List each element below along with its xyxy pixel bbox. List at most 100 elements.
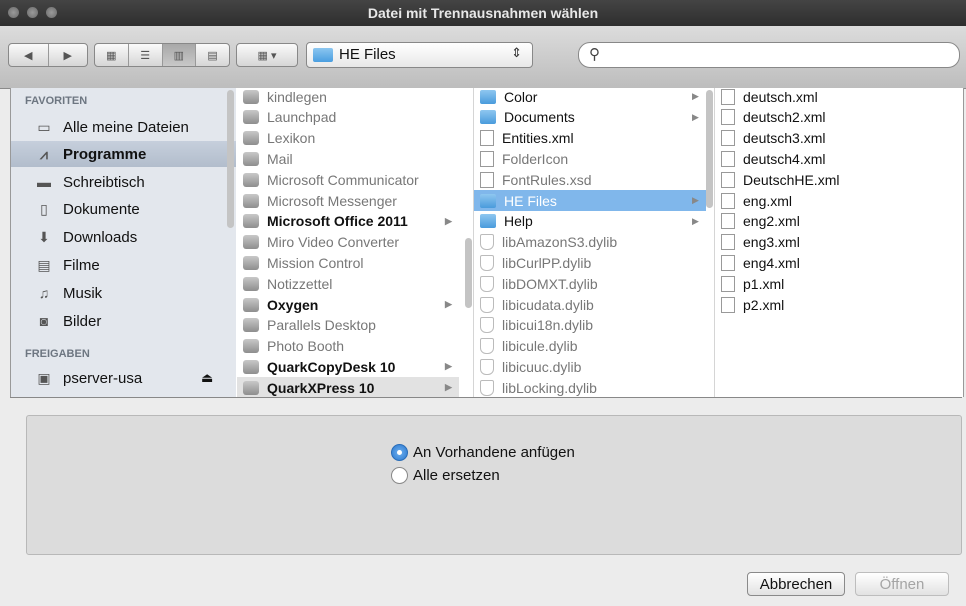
row-label: eng.xml <box>743 192 793 209</box>
sidebar-item-movies[interactable]: ▤ Filme <box>11 252 236 278</box>
disclosure-icon: ▶ <box>692 195 699 205</box>
app-item[interactable]: Miro Video Converter <box>237 232 459 253</box>
file-item[interactable]: eng2.xml <box>715 211 955 232</box>
disclosure-icon: ▶ <box>445 382 452 393</box>
favorites-header: FAVORITEN <box>25 95 88 107</box>
apps-scrollbar[interactable] <box>465 238 472 308</box>
apps-column: kindlegen Launchpad Lexikon Mail Microsoft C… <box>237 88 474 397</box>
sidebar-item-music[interactable]: ♫ Musik <box>11 280 236 306</box>
quark-item[interactable]: libicule.dylib <box>474 336 706 357</box>
row-label: deutsch3.xml <box>743 130 826 147</box>
row-label: Mission Control <box>267 254 364 271</box>
folder-icon <box>480 89 496 104</box>
file-item[interactable]: p1.xml <box>715 273 955 294</box>
back-icon[interactable]: ◀ <box>9 44 49 66</box>
sidebar-item-downloads[interactable]: ⬇ Downloads <box>11 224 236 250</box>
library-icon <box>480 254 494 271</box>
app-item[interactable]: Parallels Desktop <box>237 315 459 336</box>
file-browser: FAVORITEN ▭ Alle meine Dateien ⩘ Programme… <box>10 88 964 397</box>
xml-file-icon <box>721 192 735 209</box>
file-item[interactable]: deutsch2.xml <box>715 107 955 128</box>
row-label: libLocking.dylib <box>502 379 597 396</box>
quark-item[interactable]: libLocking.dylib <box>474 377 706 397</box>
column-view-icon[interactable]: ▥ <box>162 44 197 66</box>
eject-icon[interactable]: ⏏ <box>201 370 213 386</box>
application-icon <box>243 339 259 354</box>
application-icon <box>243 151 259 166</box>
quark-item[interactable]: HE Files ▶ <box>474 190 706 211</box>
sidebar-item-programme[interactable]: ⩘ Programme <box>11 141 236 167</box>
file-item[interactable]: deutsch.xml <box>715 88 955 107</box>
search-field[interactable]: ⚲ <box>578 42 960 68</box>
xml-file-icon <box>721 130 735 147</box>
app-item[interactable]: Microsoft Office 2011 ▶ <box>237 211 459 232</box>
view-mode-control[interactable]: ▦ ☰ ▥ ▤ <box>94 43 230 67</box>
quark-item[interactable]: Color ▶ <box>474 88 706 107</box>
app-item[interactable]: Photo Booth <box>237 336 459 357</box>
app-item[interactable]: kindlegen <box>237 88 459 107</box>
radio-append[interactable]: An Vorhandene anfügen <box>391 444 575 461</box>
app-item[interactable]: QuarkXPress 10 ▶ <box>237 377 459 397</box>
disclosure-icon: ▶ <box>692 215 699 226</box>
quark-item[interactable]: libDOMXT.dylib <box>474 273 706 294</box>
coverflow-view-icon[interactable]: ▤ <box>196 44 229 66</box>
window-title: Datei mit Trennausnahmen wählen <box>367 5 599 21</box>
quark-item[interactable]: libicui18n.dylib <box>474 315 706 336</box>
file-item[interactable]: DeutschHE.xml <box>715 169 955 190</box>
disclosure-icon: ▶ <box>445 215 452 226</box>
folder-icon <box>480 193 496 208</box>
sidebar-scrollbar[interactable] <box>227 90 234 228</box>
open-button[interactable]: Öffnen <box>855 572 949 596</box>
file-item[interactable]: eng3.xml <box>715 232 955 253</box>
back-forward-control[interactable]: ◀ ▶ <box>8 43 88 67</box>
sidebar-item-server[interactable]: ▣ pserver-usa ⏏ <box>11 365 236 391</box>
quark-item[interactable]: Entities.xml <box>474 128 706 149</box>
app-item[interactable]: Mission Control <box>237 252 459 273</box>
app-item[interactable]: Launchpad <box>237 107 459 128</box>
quark-item[interactable]: libicuuc.dylib <box>474 356 706 377</box>
quark-item[interactable]: FontRules.xsd <box>474 169 706 190</box>
list-view-icon[interactable]: ☰ <box>129 44 163 66</box>
file-item[interactable]: eng.xml <box>715 190 955 211</box>
forward-icon[interactable]: ▶ <box>49 44 88 66</box>
radio-selected-icon[interactable] <box>391 444 408 461</box>
quark-item[interactable]: libAmazonS3.dylib <box>474 232 706 253</box>
music-icon: ♫ <box>38 285 50 301</box>
library-icon <box>480 317 494 334</box>
file-item[interactable]: p2.xml <box>715 294 955 315</box>
app-item[interactable]: Mail <box>237 148 459 169</box>
sidebar-item-pictures[interactable]: ◙ Bilder <box>11 308 236 334</box>
arrange-button[interactable]: ▦ ▾ <box>236 43 298 67</box>
quark-item[interactable]: libicudata.dylib <box>474 294 706 315</box>
row-label: Microsoft Messenger <box>267 192 397 209</box>
app-item[interactable]: Lexikon <box>237 128 459 149</box>
arrange-icon[interactable]: ▦ ▾ <box>237 44 297 66</box>
sidebar-item-desktop[interactable]: ▬ Schreibtisch <box>11 169 236 195</box>
file-item[interactable]: eng4.xml <box>715 252 955 273</box>
sidebar-item-label: Schreibtisch <box>63 173 145 191</box>
radio-replace[interactable]: Alle ersetzen <box>391 467 500 484</box>
sidebar-item-documents[interactable]: ▯ Dokumente <box>11 196 236 222</box>
icon-view-icon[interactable]: ▦ <box>95 44 129 66</box>
radio-unselected-icon[interactable] <box>391 467 408 484</box>
quark-scrollbar[interactable] <box>706 90 713 208</box>
path-popup[interactable]: HE Files ⇕ <box>306 42 533 68</box>
quark-item[interactable]: libCurlPP.dylib <box>474 252 706 273</box>
sidebar-item-all-files[interactable]: ▭ Alle meine Dateien <box>11 114 236 140</box>
downloads-icon: ⬇ <box>38 228 50 245</box>
file-item[interactable]: deutsch4.xml <box>715 148 955 169</box>
quark-item[interactable]: FolderIcon <box>474 148 706 169</box>
sidebar-item-label: Dokumente <box>63 200 140 218</box>
library-icon <box>480 358 494 375</box>
app-item[interactable]: Microsoft Messenger <box>237 190 459 211</box>
app-item[interactable]: Oxygen ▶ <box>237 294 459 315</box>
row-label: Miro Video Converter <box>267 234 400 251</box>
app-item[interactable]: Notizzettel <box>237 273 459 294</box>
quark-item[interactable]: Documents ▶ <box>474 107 706 128</box>
app-item[interactable]: QuarkCopyDesk 10 ▶ <box>237 356 459 377</box>
cancel-button[interactable]: Abbrechen <box>747 572 845 596</box>
app-item[interactable]: Microsoft Communicator <box>237 169 459 190</box>
quark-item[interactable]: Help ▶ <box>474 211 706 232</box>
xml-file-icon <box>721 150 735 167</box>
file-item[interactable]: deutsch3.xml <box>715 128 955 149</box>
